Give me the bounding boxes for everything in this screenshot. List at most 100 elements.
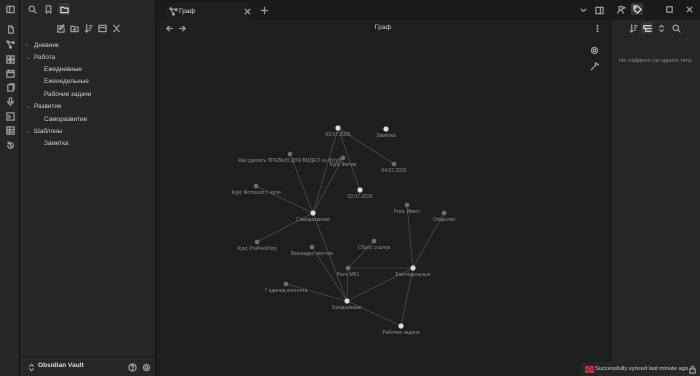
- graph-node[interactable]: 7 единиц контента: [265, 281, 308, 294]
- graph-node-dot[interactable]: [310, 210, 316, 216]
- calendar-icon[interactable]: [4, 67, 16, 79]
- graph-node-dot[interactable]: [254, 239, 260, 245]
- settings-icon[interactable]: [140, 361, 152, 373]
- graph-node-dot[interactable]: [335, 125, 341, 131]
- graph-node-dot[interactable]: [383, 126, 389, 132]
- graph-node-dot[interactable]: [287, 151, 293, 157]
- graph-node[interactable]: Сбрес ссылок: [358, 238, 391, 251]
- sync-error-icon[interactable]: [583, 363, 595, 375]
- graph-node[interactable]: Рилс МК1: [337, 265, 360, 278]
- graph-node-dot[interactable]: [345, 265, 351, 271]
- tree-folder-work[interactable]: ⌄ Работа: [26, 52, 55, 63]
- templates-icon[interactable]: [4, 81, 16, 93]
- graph-node-dot[interactable]: [344, 298, 350, 304]
- new-note-icon[interactable]: [4, 23, 16, 35]
- graph-settings-icon[interactable]: [588, 44, 600, 56]
- expand-collapse-icon[interactable]: [655, 22, 667, 34]
- graph-node-dot[interactable]: [283, 281, 289, 287]
- account-icon[interactable]: [615, 3, 627, 15]
- nested-tags-icon[interactable]: [641, 22, 653, 34]
- graph-node[interactable]: 03.07.2025: [325, 125, 351, 138]
- bookmark-icon[interactable]: [42, 3, 54, 15]
- graph-node[interactable]: Курс PrePeoPorp: [237, 239, 277, 252]
- graph-node-label: Курс Фотошоп с нуля: [231, 190, 280, 196]
- graph-node[interactable]: 04.07.2025: [381, 161, 407, 174]
- tree-folder-diary[interactable]: › Дневник: [26, 40, 59, 51]
- history-icon[interactable]: [4, 139, 16, 151]
- tree-folder-templates[interactable]: ⌄ Шаблоны: [26, 126, 62, 137]
- sort-icon[interactable]: [82, 22, 94, 34]
- graph-node[interactable]: Ежедневные: [332, 298, 362, 311]
- graph-node-dot[interactable]: [371, 238, 377, 244]
- graph-node-label: Рилс МК1: [337, 272, 360, 278]
- animate-icon[interactable]: [588, 60, 600, 72]
- new-folder-icon[interactable]: [68, 22, 80, 34]
- graph-node[interactable]: 02.07.2025: [347, 187, 373, 200]
- collapse-all-icon[interactable]: [110, 22, 122, 34]
- graph-node-dot[interactable]: [410, 265, 416, 271]
- graph-node[interactable]: Открытки: [433, 210, 455, 223]
- graph-node[interactable]: Еженедельные: [395, 265, 431, 278]
- graph-node[interactable]: Рабочие задачи: [382, 323, 420, 336]
- right-sidebar-header: [611, 0, 700, 20]
- graph-node-dot[interactable]: [340, 155, 346, 161]
- tab-bar: Граф: [156, 0, 610, 20]
- bases-icon[interactable]: [4, 124, 16, 136]
- graph-node[interactable]: Саморазвитие: [296, 210, 330, 223]
- graph-node-dot[interactable]: [309, 244, 315, 250]
- tree-folder-label: Работа: [34, 54, 56, 61]
- tree-file-self-development[interactable]: Саморазвитие: [44, 114, 87, 125]
- new-tab-icon[interactable]: [258, 4, 270, 16]
- tags-icon[interactable]: [631, 3, 643, 15]
- graph-node-label: Открытки: [433, 217, 455, 223]
- new-note-icon[interactable]: [54, 22, 66, 34]
- folder-icon[interactable]: [58, 3, 70, 15]
- right-sidebar-toggle-icon[interactable]: [593, 4, 605, 16]
- lock-icon[interactable]: [686, 363, 698, 375]
- graph-node[interactable]: Курс Фотошоп с нуля: [231, 183, 281, 196]
- view-header: Граф: [156, 20, 610, 36]
- tree-file-weekly[interactable]: Еженедельные: [44, 76, 89, 87]
- chevron-down-icon[interactable]: [577, 4, 589, 16]
- command-icon[interactable]: [4, 110, 16, 122]
- graph-node-dot[interactable]: [404, 202, 410, 208]
- tree-file-label: Саморазвитие: [44, 116, 88, 123]
- tree-folder-label: Шаблоны: [34, 128, 63, 135]
- graph-node[interactable]: Заметка: [376, 126, 396, 139]
- tree-folder-growth[interactable]: ⌄ Развитие: [26, 101, 61, 112]
- graph-node[interactable]: Выкладка текстов: [291, 244, 333, 257]
- close-window-icon[interactable]: [683, 3, 695, 15]
- graph-node-label: Саморазвитие: [296, 217, 330, 223]
- graph-node-label: Как сделать ПРЕВЬЮ ДЛЯ ВИДЕО на ЮтуБ: [238, 158, 342, 164]
- tree-file-note[interactable]: Заметка: [44, 138, 69, 149]
- graph-node[interactable]: Как сделать ПРЕВЬЮ ДЛЯ ВИДЕО на ЮтуБ: [238, 151, 342, 164]
- search-icon[interactable]: [26, 3, 38, 15]
- graph-node-dot[interactable]: [441, 210, 447, 216]
- tab-label: Граф: [179, 8, 195, 15]
- vault-switcher[interactable]: Obsidian Vault: [20, 356, 156, 376]
- graph-icon[interactable]: [4, 38, 16, 50]
- sort-icon[interactable]: [627, 22, 639, 34]
- auto-reveal-icon[interactable]: [96, 22, 108, 34]
- tab-graph[interactable]: Граф: [165, 3, 253, 20]
- graph-node-dot[interactable]: [357, 187, 363, 193]
- help-icon[interactable]: [126, 361, 138, 373]
- graph-canvas[interactable]: 03.07.2025 Заметка Как сделать ПРЕВЬЮ ДЛЯ …: [156, 36, 610, 376]
- tree-file-work-tasks[interactable]: Рабочие задачи: [44, 89, 91, 100]
- graph-node[interactable]: Рилс Ивест: [394, 202, 421, 215]
- canvas-icon[interactable]: [4, 53, 16, 65]
- search-icon[interactable]: [670, 22, 682, 34]
- tree-file-daily[interactable]: Ежедневные: [44, 64, 82, 75]
- view-title: Граф: [374, 24, 392, 31]
- more-options-icon[interactable]: [591, 22, 603, 34]
- graph-view[interactable]: 03.07.2025 Заметка Как сделать ПРЕВЬЮ ДЛЯ …: [156, 36, 610, 376]
- close-icon[interactable]: [241, 5, 253, 17]
- graph-node-dot[interactable]: [398, 323, 404, 329]
- maximize-icon[interactable]: [663, 3, 675, 15]
- sidebar-toggle-icon[interactable]: [4, 3, 16, 15]
- graph-node-label: 02.07.2025: [347, 194, 372, 200]
- graph-node-dot[interactable]: [391, 161, 397, 167]
- tree-folder-label: Дневник: [34, 42, 59, 49]
- graph-node-dot[interactable]: [253, 183, 259, 189]
- audio-icon[interactable]: [4, 95, 16, 107]
